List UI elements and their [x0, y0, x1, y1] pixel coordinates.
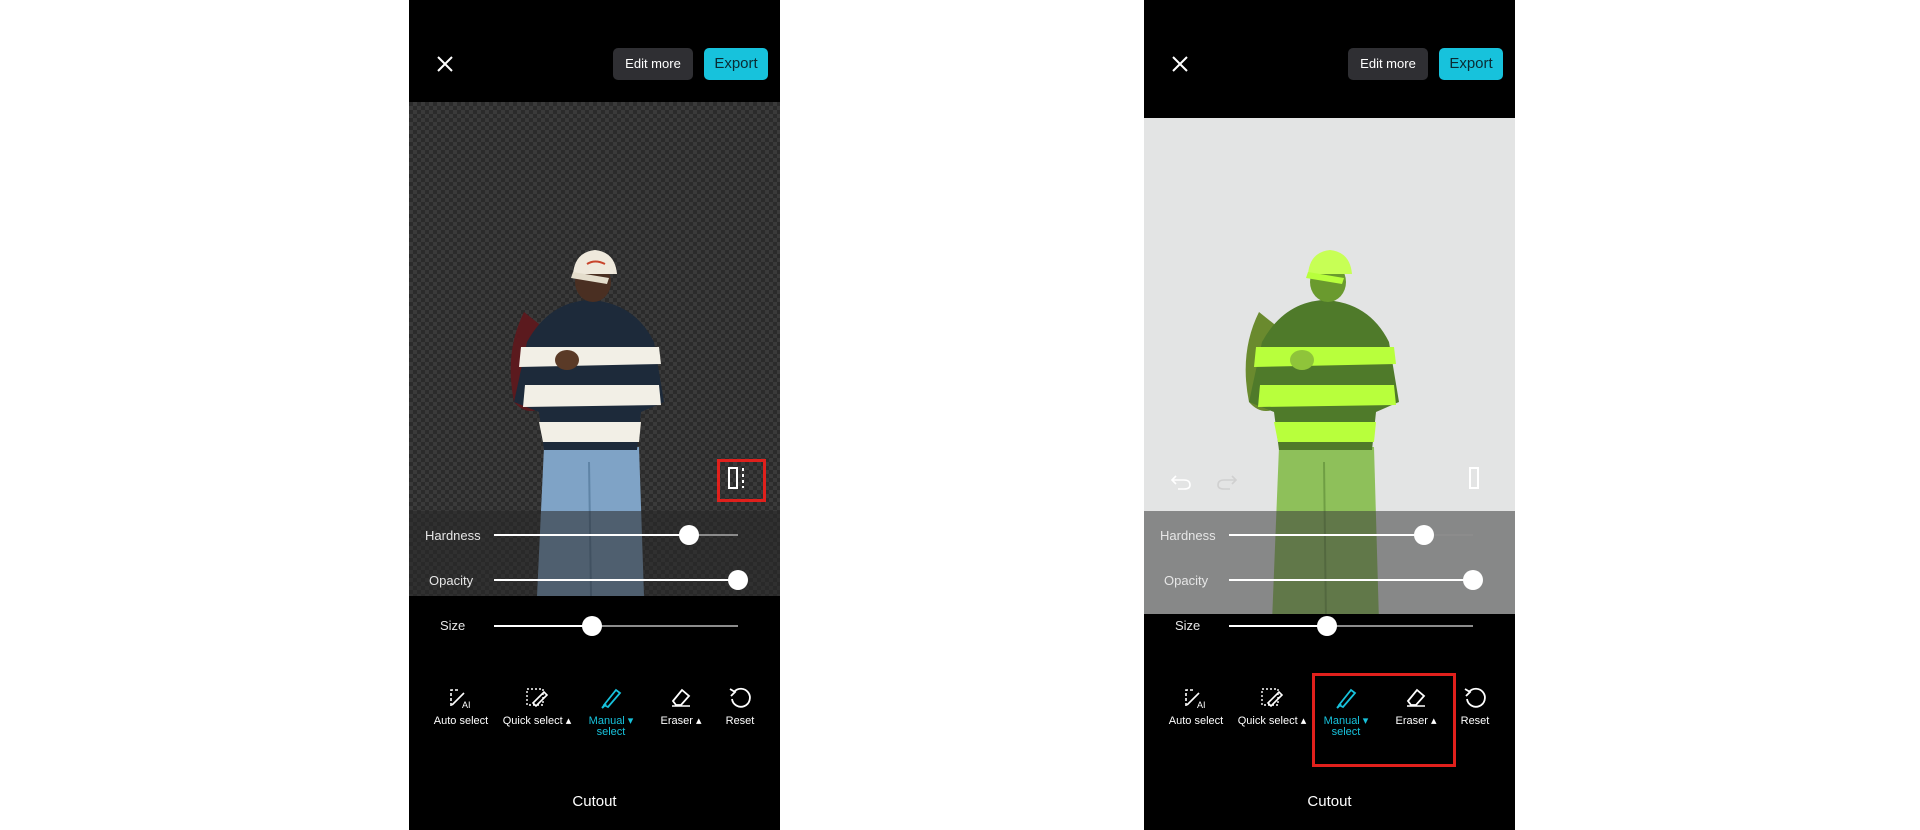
quick-select-label: Quick select ▴ — [1237, 715, 1307, 727]
hardness-slider[interactable] — [1229, 525, 1473, 545]
opacity-slider-knob[interactable] — [1463, 570, 1483, 590]
highlight-compare-box — [717, 459, 766, 502]
opacity-label: Opacity — [429, 573, 474, 588]
reset-icon — [1464, 687, 1486, 708]
export-button[interactable]: Export — [704, 48, 768, 80]
phone-screen-cutout-mask: Edit more Export Hardness Opacity Size A… — [1144, 0, 1515, 830]
export-button[interactable]: Export — [1439, 48, 1503, 80]
auto-select-tool[interactable]: AI Auto select — [1161, 684, 1231, 727]
cutout-title: Cutout — [1307, 793, 1352, 810]
svg-text:AI: AI — [462, 700, 471, 710]
opacity-label: Opacity — [1164, 573, 1209, 588]
auto-select-icon: AI — [1185, 689, 1206, 710]
quick-select-label: Quick select ▴ — [502, 715, 572, 727]
size-label: Size — [440, 618, 466, 633]
cutout-title: Cutout — [572, 793, 617, 810]
reset-icon — [729, 687, 751, 708]
undo-icon[interactable] — [1170, 472, 1192, 490]
manual-select-tool[interactable]: Manual ▾ select — [576, 684, 646, 738]
redo-icon[interactable] — [1216, 472, 1238, 490]
compare-icon[interactable] — [1459, 464, 1489, 492]
size-slider-knob[interactable] — [1316, 616, 1337, 636]
manual-select-label: Manual ▾ select — [588, 715, 634, 738]
svg-text:AI: AI — [1197, 700, 1206, 710]
phone-screen-cutout-transparent: Edit more Export Hardness Opacity Size A… — [409, 0, 780, 830]
size-label: Size — [1175, 618, 1201, 633]
manual-select-icon — [601, 688, 622, 709]
auto-select-label: Auto select — [433, 715, 489, 727]
close-icon[interactable] — [433, 52, 457, 76]
quick-select-icon — [526, 688, 549, 708]
auto-select-label: Auto select — [1168, 715, 1224, 727]
opacity-slider[interactable] — [494, 570, 748, 590]
edit-more-button[interactable]: Edit more — [613, 48, 693, 80]
eraser-icon — [671, 688, 691, 707]
opacity-slider-knob[interactable] — [728, 570, 748, 590]
highlight-tools-box — [1312, 673, 1456, 767]
size-slider[interactable] — [494, 616, 738, 636]
close-icon[interactable] — [1168, 52, 1192, 76]
size-slider[interactable] — [1229, 616, 1473, 636]
reset-label: Reset — [725, 715, 755, 727]
quick-select-tool[interactable]: Quick select ▴ — [502, 684, 572, 727]
auto-select-icon: AI — [450, 689, 471, 710]
hardness-label: Hardness — [425, 528, 481, 543]
hardness-label: Hardness — [1160, 528, 1216, 543]
reset-tool[interactable]: Reset — [705, 684, 775, 727]
edit-more-button[interactable]: Edit more — [1348, 48, 1428, 80]
opacity-slider[interactable] — [1229, 570, 1483, 590]
quick-select-icon — [1261, 688, 1284, 708]
size-slider-knob[interactable] — [581, 616, 602, 636]
auto-select-tool[interactable]: AI Auto select — [426, 684, 496, 727]
quick-select-tool[interactable]: Quick select ▴ — [1237, 684, 1307, 727]
brush-settings-panel — [1144, 511, 1515, 614]
hardness-slider[interactable] — [494, 525, 738, 545]
